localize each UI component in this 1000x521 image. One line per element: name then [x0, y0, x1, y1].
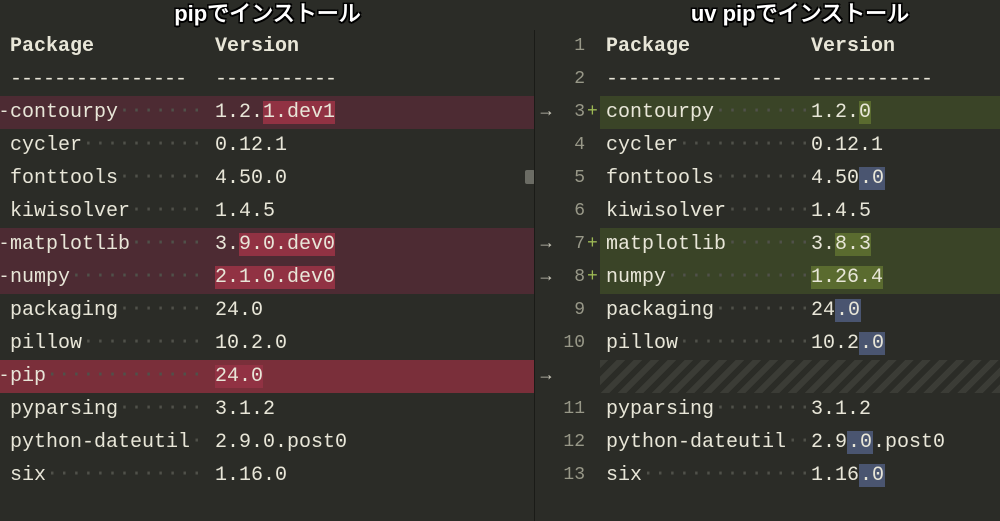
minus-icon: - — [0, 261, 8, 294]
gutter-row: →3+ — [535, 96, 600, 129]
table-row: six1.16.0 — [600, 459, 1000, 492]
collapsed-separator[interactable] — [600, 360, 1000, 393]
left-title: pipでインストール — [0, 0, 535, 30]
table-row: pillow10.2.0 — [600, 327, 1000, 360]
table-row: contourpy1.2.0 — [600, 96, 1000, 129]
arrow-icon: → — [535, 261, 557, 294]
minus-icon: - — [0, 360, 8, 393]
table-row: pyparsing3.1.2 — [0, 393, 535, 426]
gutter-row: 2 — [535, 63, 600, 96]
table-row: python-dateutil2.9.0.post0 — [600, 426, 1000, 459]
arrow-icon: → — [535, 360, 557, 393]
rule-row-right: --------------------------- — [600, 63, 1000, 96]
line-number: 5 — [557, 162, 585, 195]
gutter-row: 13 — [535, 459, 600, 492]
line-number: 7 — [557, 228, 585, 261]
header-row-left: Package Version — [0, 30, 535, 63]
right-title: uv pipでインストール — [600, 0, 1000, 30]
minus-icon: - — [0, 96, 8, 129]
plus-icon: + — [585, 96, 597, 129]
right-body: PackageVersion--------------------------… — [600, 30, 1000, 492]
header-package: Package — [10, 35, 94, 58]
table-row: cycler0.12.1 — [0, 129, 535, 162]
arrow-icon: → — [535, 96, 557, 129]
line-number: 8 — [557, 261, 585, 294]
gutter-row: →8+ — [535, 261, 600, 294]
header-version: Version — [215, 30, 299, 63]
plus-icon: + — [585, 261, 597, 294]
gutter-row: 1 — [535, 30, 600, 63]
table-row: fonttools4.50.0 — [0, 162, 535, 195]
right-pane: uv pipでインストール PackageVersion------------… — [600, 0, 1000, 521]
plus-icon: + — [585, 228, 597, 261]
line-number: 6 — [557, 195, 585, 228]
table-row: python-dateutil2.9.0.post0 — [0, 426, 535, 459]
gutter-row: 4 — [535, 129, 600, 162]
table-row: numpy1.26.4 — [600, 261, 1000, 294]
line-number: 12 — [557, 426, 585, 459]
table-row: cycler0.12.1 — [600, 129, 1000, 162]
line-number: 2 — [557, 63, 585, 96]
pane-divider — [534, 30, 535, 521]
gutter-row: 10 — [535, 327, 600, 360]
table-row: kiwisolver1.4.5 — [0, 195, 535, 228]
table-row: -numpy2.1.0.dev0 — [0, 261, 535, 294]
gutter-row: →7+ — [535, 228, 600, 261]
gutter-row: 12 — [535, 426, 600, 459]
table-row: pillow10.2.0 — [0, 327, 535, 360]
table-row: fonttools4.50.0 — [600, 162, 1000, 195]
line-number: 4 — [557, 129, 585, 162]
table-row: kiwisolver1.4.5 — [600, 195, 1000, 228]
arrow-icon: → — [535, 228, 557, 261]
rule-row-left: ---------------- ----------- — [0, 63, 535, 96]
table-row: pyparsing3.1.2 — [600, 393, 1000, 426]
gutter: 12→3+456→7+→8+910→111213 — [535, 0, 600, 521]
line-number: 11 — [557, 393, 585, 426]
table-row: packaging24.0 — [0, 294, 535, 327]
left-pane: pipでインストール Package Version -------------… — [0, 0, 535, 521]
gutter-row: 11 — [535, 393, 600, 426]
minus-icon: - — [0, 228, 8, 261]
gutter-row: 9 — [535, 294, 600, 327]
header-row-right: PackageVersion — [600, 30, 1000, 63]
table-row: packaging24.0 — [600, 294, 1000, 327]
table-row: matplotlib3.8.3 — [600, 228, 1000, 261]
gutter-row: 5 — [535, 162, 600, 195]
line-number: 13 — [557, 459, 585, 492]
table-row: -contourpy1.2.1.dev1 — [0, 96, 535, 129]
line-number: 3 — [557, 96, 585, 129]
gutter-row: → — [535, 360, 600, 393]
table-row: -matplotlib3.9.0.dev0 — [0, 228, 535, 261]
line-number: 9 — [557, 294, 585, 327]
gutter-row: 6 — [535, 195, 600, 228]
line-number: 1 — [557, 30, 585, 63]
diff-view: pipでインストール Package Version -------------… — [0, 0, 1000, 521]
table-row: -pip24.0 — [0, 360, 535, 393]
line-number: 10 — [557, 327, 585, 360]
left-body: -contourpy1.2.1.dev1cycler0.12.1fonttool… — [0, 96, 535, 492]
table-row: six1.16.0 — [0, 459, 535, 492]
